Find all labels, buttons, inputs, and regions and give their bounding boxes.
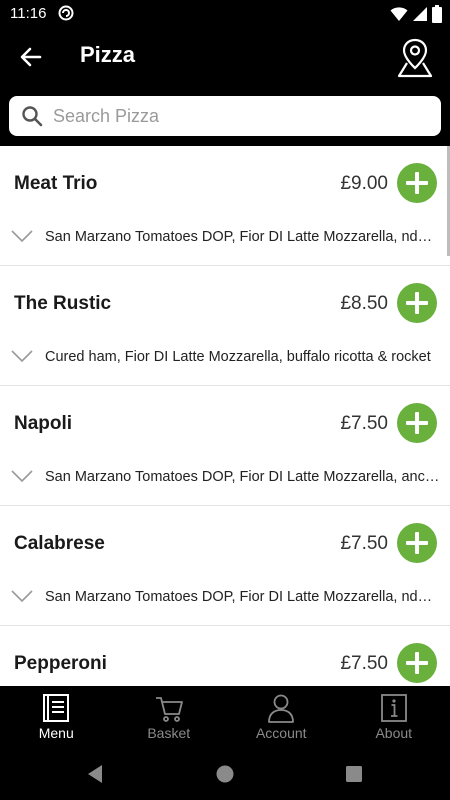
menu-item: Calabrese £7.50 San Marzano Tomatoes DOP… [0, 506, 450, 626]
app-bar: Pizza [0, 28, 450, 86]
system-home-icon[interactable] [214, 763, 236, 785]
menu-item: The Rustic £8.50 Cured ham, Fior DI Latt… [0, 266, 450, 386]
nav-about[interactable]: About [338, 686, 450, 748]
item-description: San Marzano Tomatoes DOP, Fior DI Latte … [45, 229, 440, 245]
basket-icon [155, 697, 183, 722]
status-time: 11:16 [10, 5, 47, 22]
add-to-basket-button[interactable] [397, 643, 437, 683]
item-name: Calabrese [14, 533, 105, 554]
status-icons [390, 4, 442, 24]
account-icon [268, 694, 295, 723]
status-bar: 11:16 [0, 0, 450, 28]
nav-label: Basket [147, 725, 191, 741]
search-bar [0, 86, 450, 146]
nav-label: Account [255, 725, 307, 741]
item-price: £8.50 [340, 293, 388, 314]
signal-icon [413, 7, 427, 21]
chevron-down-icon[interactable] [10, 588, 34, 604]
system-navigation [0, 748, 450, 800]
item-name: Pepperoni [14, 653, 107, 674]
menu-book-icon [43, 694, 70, 722]
menu-item: Napoli £7.50 San Marzano Tomatoes DOP, F… [0, 386, 450, 506]
add-to-basket-button[interactable] [397, 163, 437, 203]
search-box[interactable] [9, 96, 441, 136]
add-to-basket-button[interactable] [397, 403, 437, 443]
arrow-back-icon [20, 47, 42, 67]
item-description: San Marzano Tomatoes DOP, Fior DI Latte … [45, 589, 440, 605]
menu-item: Meat Trio £9.00 San Marzano Tomatoes DOP… [0, 146, 450, 266]
nav-basket[interactable]: Basket [113, 686, 226, 748]
item-price: £7.50 [340, 653, 388, 674]
search-icon [22, 106, 43, 127]
menu-item: Pepperoni £7.50 [0, 626, 450, 686]
add-to-basket-button[interactable] [397, 283, 437, 323]
nav-menu[interactable]: Menu [0, 686, 113, 748]
system-recents-icon[interactable] [343, 763, 365, 785]
menu-item-list[interactable]: Meat Trio £9.00 San Marzano Tomatoes DOP… [0, 146, 450, 686]
battery-icon [432, 5, 442, 23]
nav-label: Menu [38, 725, 74, 741]
bottom-navigation: Menu Basket Account About [0, 686, 450, 748]
chevron-down-icon[interactable] [10, 348, 34, 364]
info-icon [380, 694, 407, 722]
nav-label: About [375, 725, 413, 741]
wifi-icon [390, 7, 408, 21]
search-input[interactable] [51, 96, 431, 136]
item-price: £9.00 [340, 173, 388, 194]
location-button[interactable] [396, 38, 434, 78]
nav-account[interactable]: Account [225, 686, 338, 748]
system-back-icon[interactable] [84, 763, 106, 785]
item-name: The Rustic [14, 293, 112, 314]
chevron-down-icon[interactable] [10, 228, 34, 244]
item-description: San Marzano Tomatoes DOP, Fior DI Latte … [45, 469, 440, 485]
chevron-down-icon[interactable] [10, 468, 34, 484]
add-to-basket-button[interactable] [397, 523, 437, 563]
item-description: Cured ham, Fior DI Latte Mozzarella, buf… [45, 349, 431, 365]
item-price: £7.50 [340, 533, 388, 554]
location-pin-icon [397, 38, 433, 78]
item-price: £7.50 [340, 413, 388, 434]
back-button[interactable] [14, 40, 48, 74]
item-name: Napoli [14, 413, 73, 434]
page-title: Pizza [80, 42, 136, 67]
item-name: Meat Trio [14, 173, 98, 194]
app-notification-icon [58, 5, 74, 21]
